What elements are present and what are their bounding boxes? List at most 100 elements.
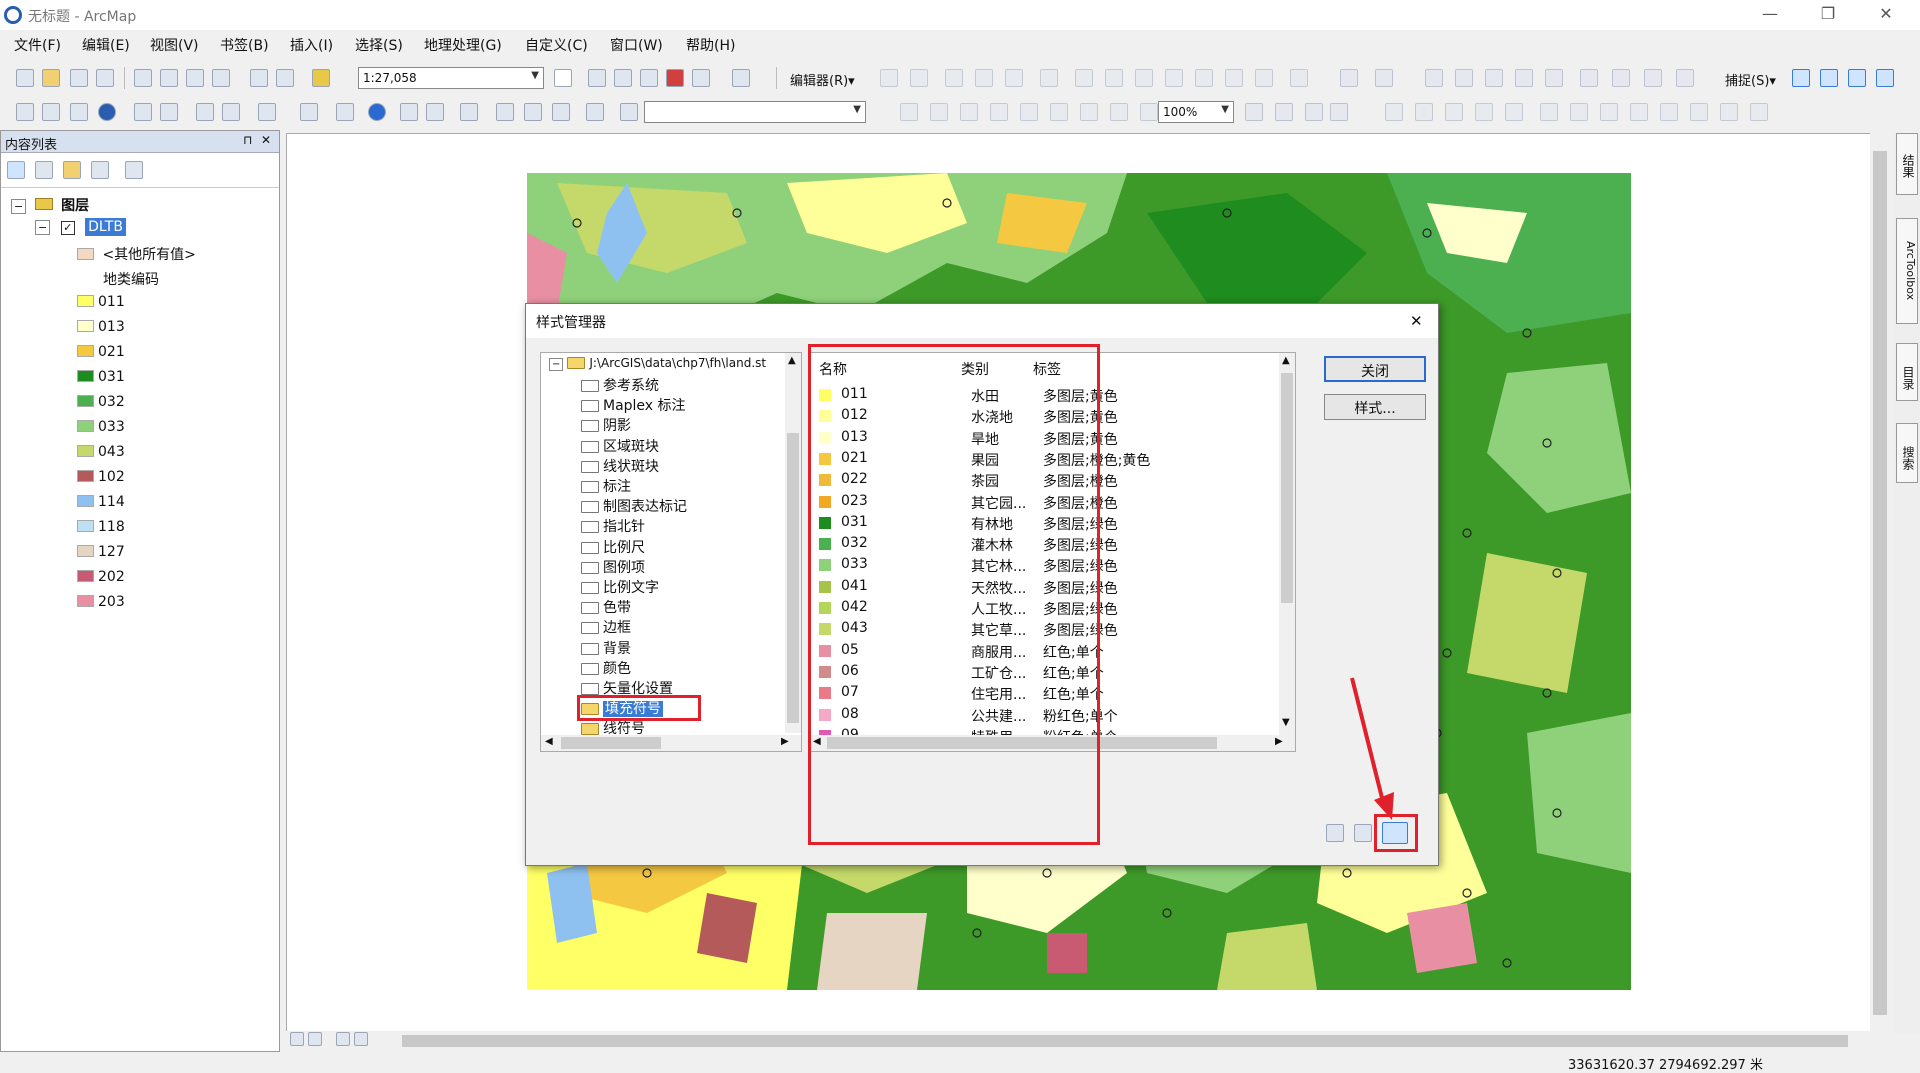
end-snap-icon[interactable] (1820, 69, 1838, 87)
toggle-draft-icon[interactable] (1245, 103, 1263, 121)
scroll-left-icon[interactable]: ◀ (545, 736, 553, 747)
search-window-icon[interactable] (640, 69, 658, 87)
trace-icon[interactable] (1005, 69, 1023, 87)
split-icon[interactable] (1165, 69, 1183, 87)
vertical-scrollbar[interactable] (1870, 133, 1890, 1033)
data-driven-pages-icon[interactable] (1330, 103, 1348, 121)
scroll-right-icon[interactable]: ▶ (781, 736, 789, 747)
georef-tool-7-icon[interactable] (1570, 103, 1588, 121)
pan-icon[interactable] (70, 103, 88, 121)
layout-fixed-zoom-out-icon[interactable] (1080, 103, 1098, 121)
georef-tool-4-icon[interactable] (1475, 103, 1493, 121)
layout-back-icon[interactable] (1110, 103, 1128, 121)
identify-icon[interactable] (368, 103, 386, 121)
zoom-out-icon[interactable] (42, 103, 60, 121)
viewer-window-icon[interactable] (620, 103, 638, 121)
layers-group-row[interactable]: − 图层 (11, 195, 89, 217)
restore-button[interactable]: ❐ (1818, 4, 1838, 23)
georef-tool-1-icon[interactable] (1385, 103, 1403, 121)
horizontal-scrollbar[interactable] (286, 1031, 1870, 1051)
arctoolbox-icon[interactable] (666, 69, 684, 87)
scroll-up-icon[interactable]: ▲ (788, 355, 796, 366)
legend-class-row[interactable]: 118 (77, 519, 125, 541)
fixed-zoom-out-icon[interactable] (160, 103, 178, 121)
georef-tool-11-icon[interactable] (1690, 103, 1708, 121)
find-route-icon[interactable] (524, 103, 542, 121)
back-extent-icon[interactable] (196, 103, 214, 121)
menu-insert[interactable]: 插入(I) (290, 35, 333, 55)
refresh-icon[interactable] (336, 1032, 350, 1046)
cut-icon[interactable] (134, 69, 152, 87)
menu-geoprocessing[interactable]: 地理处理(G) (424, 35, 502, 55)
modelbuilder-icon[interactable] (732, 69, 750, 87)
georef-tool-8-icon[interactable] (1600, 103, 1618, 121)
menu-file[interactable]: 文件(F) (14, 35, 61, 55)
style-folder-item[interactable]: 区域斑块 (581, 436, 659, 456)
style-folder-item[interactable]: 色带 (581, 597, 631, 617)
dialog-close-icon[interactable]: ✕ (1410, 312, 1423, 330)
styles-button[interactable]: 样式... (1324, 394, 1426, 420)
arctoolbox-tab[interactable]: ArcToolbox (1896, 218, 1918, 324)
layout-forward-icon[interactable] (1140, 103, 1158, 121)
editor-toolbar-icon[interactable] (554, 69, 572, 87)
tree-vertical-scrollbar[interactable]: ▲ (785, 353, 801, 733)
point-icon[interactable] (1040, 69, 1058, 87)
select-elements-icon[interactable] (336, 103, 354, 121)
layer-row-dltb[interactable]: − ✓ DLTB (35, 218, 126, 241)
data-view-icon[interactable] (290, 1032, 304, 1046)
large-icons-view-icon[interactable] (1326, 824, 1344, 842)
straight-segment-icon[interactable] (945, 69, 963, 87)
edit-annotation-icon[interactable] (910, 69, 928, 87)
zoom-percent-combo[interactable]: 100% ▼ (1158, 101, 1234, 123)
change-layout-icon[interactable] (1305, 103, 1323, 121)
georef-tool-3-icon[interactable] (1445, 103, 1463, 121)
legend-class-row[interactable]: 127 (77, 544, 125, 566)
redo-icon[interactable] (276, 69, 294, 87)
close-toc-icon[interactable]: ✕ (261, 133, 271, 147)
cut-polygons-icon[interactable] (1135, 69, 1153, 87)
style-folder-item[interactable]: Maplex 标注 (581, 395, 686, 415)
legend-other-values[interactable]: <其他所有值> (77, 244, 196, 266)
time-slider-icon[interactable] (586, 103, 604, 121)
snapping-menu[interactable]: 捕捉(S)▾ (1725, 70, 1776, 89)
style-folder-item[interactable]: 标注 (581, 476, 631, 496)
spatial-adjust-icon[interactable] (1580, 69, 1598, 87)
measure-icon[interactable] (460, 103, 478, 121)
tree-horizontal-scrollbar[interactable]: ◀ ▶ (541, 735, 801, 751)
style-folder-item[interactable]: 制图表达标记 (581, 496, 687, 516)
clear-selection-icon[interactable] (300, 103, 318, 121)
edit-tool-icon[interactable] (880, 69, 898, 87)
scroll-right-icon[interactable]: ▶ (1275, 736, 1283, 747)
menu-view[interactable]: 视图(V) (150, 35, 199, 55)
go-to-xy-icon[interactable] (552, 103, 570, 121)
full-extent-icon[interactable] (98, 103, 116, 121)
catalog-tab[interactable]: 目录 (1896, 343, 1918, 401)
zoom-100-icon[interactable] (1020, 103, 1038, 121)
legend-class-row[interactable]: 021 (77, 344, 125, 366)
scrollbar-thumb[interactable] (561, 737, 661, 749)
focus-data-frame-icon[interactable] (1275, 103, 1293, 121)
print-icon[interactable] (96, 69, 114, 87)
scale-combo[interactable]: 1:27,058 ▼ (358, 67, 544, 89)
list-by-source-icon[interactable] (35, 161, 53, 179)
legend-class-row[interactable]: 031 (77, 369, 125, 391)
sketch-properties-icon[interactable] (1255, 69, 1273, 87)
html-popup-icon[interactable] (426, 103, 444, 121)
new-document-icon[interactable] (16, 69, 34, 87)
fixed-zoom-in-icon[interactable] (134, 103, 152, 121)
close-window-button[interactable]: ✕ (1876, 4, 1896, 23)
zoom-in-icon[interactable] (16, 103, 34, 121)
layer-combo[interactable]: ▼ (644, 101, 866, 123)
scrollbar-thumb[interactable] (787, 433, 799, 723)
georef-tool-5-icon[interactable] (1505, 103, 1523, 121)
menu-windows[interactable]: 窗口(W) (610, 35, 663, 55)
style-folder-item[interactable]: 比例尺 (581, 537, 645, 557)
georef-tool-10-icon[interactable] (1660, 103, 1678, 121)
style-folder-item[interactable]: 指北针 (581, 516, 645, 536)
layer-visibility-checkbox[interactable]: ✓ (60, 221, 75, 235)
tree-root-row[interactable]: − J:\ArcGIS\data\chp7\fh\land.st (549, 355, 766, 375)
style-folder-item[interactable]: 比例文字 (581, 577, 659, 597)
legend-class-row[interactable]: 013 (77, 319, 125, 341)
style-folder-item[interactable]: 图例项 (581, 557, 645, 577)
list-vertical-scrollbar[interactable]: ▲ ▼ (1279, 353, 1295, 735)
